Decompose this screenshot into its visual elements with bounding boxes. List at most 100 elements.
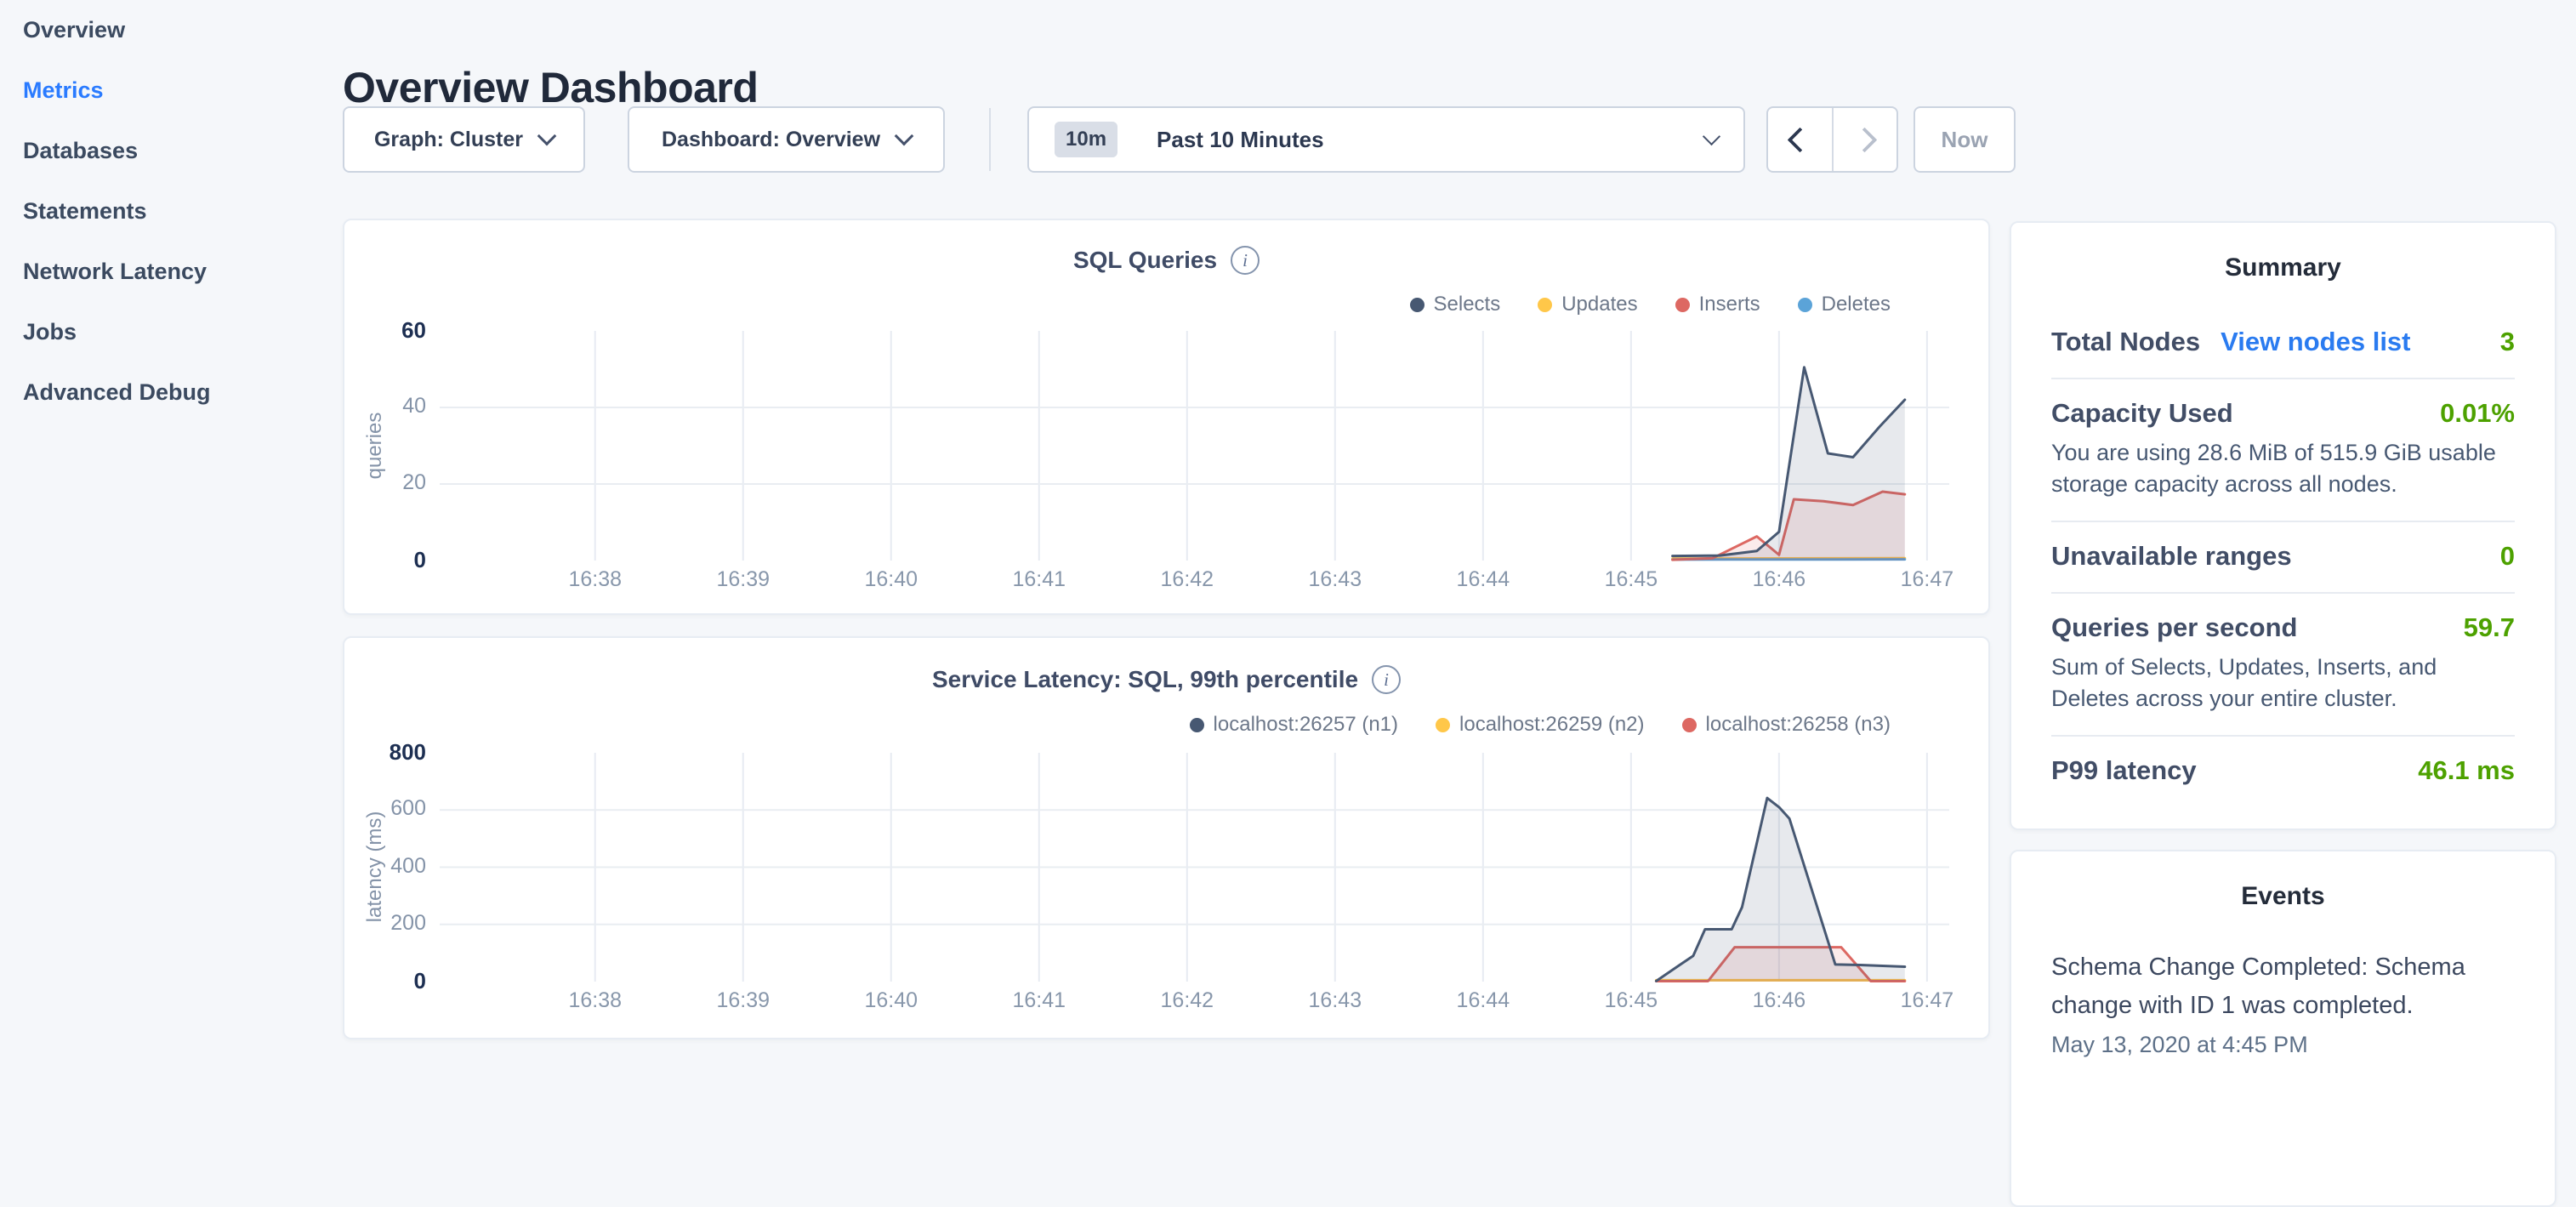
x-tick-label: 16:47 (1868, 567, 1987, 592)
legend-label: localhost:26258 (n3) (1706, 713, 1891, 737)
chevron-right-icon (1852, 127, 1878, 152)
y-tick-label: 0 (344, 547, 426, 573)
x-tick-label: 16:38 (536, 988, 655, 1013)
summary-title: Summary (2051, 253, 2515, 282)
y-tick-label: 20 (344, 470, 426, 495)
x-tick-label: 16:40 (832, 988, 951, 1013)
legend-item[interactable]: Deletes (1798, 293, 1891, 316)
summary-row-unavailable: Unavailable ranges 0 (2051, 541, 2515, 572)
now-button[interactable]: Now (1914, 106, 2016, 173)
event-timestamp: May 13, 2020 at 4:45 PM (2051, 1032, 2515, 1058)
graph-dropdown-label: Graph: Cluster (374, 128, 523, 152)
chart-plot[interactable] (440, 331, 1949, 564)
summary-row-total-nodes: Total Nodes View nodes list 3 (2051, 327, 2515, 357)
legend-dot-icon (1410, 298, 1424, 312)
sidebar-item-advanced-debug[interactable]: Advanced Debug (0, 362, 340, 423)
y-tick-label: 0 (344, 968, 426, 994)
sidebar: OverviewMetricsDatabasesStatementsNetwor… (0, 0, 340, 423)
x-tick-label: 16:46 (1720, 988, 1839, 1013)
divider (2051, 735, 2515, 737)
qps-value: 59.7 (2464, 612, 2515, 643)
divider (2051, 521, 2515, 522)
divider (2051, 592, 2515, 594)
page-title: Overview Dashboard (343, 63, 758, 112)
legend-item[interactable]: localhost:26259 (n2) (1436, 713, 1644, 737)
step-forward-button[interactable] (1834, 108, 1897, 171)
x-tick-label: 16:39 (684, 988, 803, 1013)
summary-row-capacity: Capacity Used 0.01% You are using 28.6 M… (2051, 398, 2515, 500)
legend-dot-icon (1675, 298, 1690, 312)
capacity-description: You are using 28.6 MiB of 515.9 GiB usab… (2051, 437, 2515, 500)
event-text: Schema Change Completed: Schema change w… (2051, 948, 2515, 1025)
legend-dot-icon (1436, 718, 1450, 732)
time-step-buttons (1766, 106, 1898, 173)
legend-dot-icon (1190, 718, 1204, 732)
chevron-down-icon (895, 127, 914, 146)
x-tick-label: 16:42 (1128, 988, 1247, 1013)
legend-item[interactable]: localhost:26258 (n3) (1682, 713, 1891, 737)
y-tick-label: 60 (344, 317, 426, 344)
sidebar-item-overview[interactable]: Overview (0, 0, 340, 60)
y-tick-label: 200 (344, 911, 426, 936)
unavailable-ranges-label: Unavailable ranges (2051, 541, 2292, 572)
event-list-item[interactable]: Schema Change Completed: Schema change w… (2051, 948, 2515, 1058)
p99-latency-label: P99 latency (2051, 755, 2197, 786)
time-range-badge: 10m (1055, 122, 1117, 157)
qps-label: Queries per second (2051, 612, 2297, 643)
y-tick-label: 800 (344, 739, 426, 766)
view-nodes-list-link[interactable]: View nodes list (2221, 327, 2410, 357)
chevron-left-icon (1787, 127, 1812, 152)
legend-dot-icon (1538, 298, 1552, 312)
time-range-dropdown[interactable]: 10m Past 10 Minutes (1027, 106, 1745, 173)
y-tick-label: 400 (344, 854, 426, 879)
sidebar-item-jobs[interactable]: Jobs (0, 302, 340, 362)
legend-dot-icon (1682, 718, 1697, 732)
sidebar-item-databases[interactable]: Databases (0, 121, 340, 181)
graph-dropdown[interactable]: Graph: Cluster (343, 106, 585, 173)
sidebar-item-statements[interactable]: Statements (0, 181, 340, 242)
legend-label: Updates (1561, 293, 1637, 316)
x-tick-label: 16:41 (980, 988, 1099, 1013)
x-tick-label: 16:45 (1572, 567, 1691, 592)
y-tick-label: 600 (344, 796, 426, 821)
info-icon[interactable]: i (1231, 246, 1260, 275)
y-axis-label: queries (363, 344, 389, 548)
info-icon[interactable]: i (1372, 665, 1401, 694)
total-nodes-value: 3 (2500, 327, 2515, 357)
legend-label: Deletes (1822, 293, 1891, 316)
x-tick-label: 16:47 (1868, 988, 1987, 1013)
controls-divider (989, 108, 991, 171)
x-tick-label: 16:41 (980, 567, 1099, 592)
capacity-value: 0.01% (2440, 398, 2515, 429)
chart-plot[interactable] (440, 753, 1949, 985)
step-back-button[interactable] (1768, 108, 1834, 171)
x-tick-label: 16:42 (1128, 567, 1247, 592)
x-tick-label: 16:43 (1276, 567, 1395, 592)
time-range-label: Past 10 Minutes (1157, 127, 1324, 153)
sql-queries-chart-card: SQL Queries i queries020406016:3816:3916… (343, 219, 1990, 615)
legend-label: localhost:26257 (n1) (1214, 713, 1398, 737)
divider (2051, 378, 2515, 379)
p99-latency-value: 46.1 ms (2418, 755, 2515, 786)
legend-item[interactable]: Selects (1410, 293, 1501, 316)
x-tick-label: 16:40 (832, 567, 951, 592)
unavailable-ranges-value: 0 (2500, 541, 2515, 572)
x-tick-label: 16:43 (1276, 988, 1395, 1013)
events-panel: Events Schema Change Completed: Schema c… (2010, 850, 2556, 1207)
service-latency-chart-card: Service Latency: SQL, 99th percentile i … (343, 636, 1990, 1039)
dashboard-dropdown-label: Dashboard: Overview (662, 128, 880, 152)
chevron-down-icon (537, 127, 557, 146)
sidebar-item-metrics[interactable]: Metrics (0, 60, 340, 121)
legend-item[interactable]: Inserts (1675, 293, 1760, 316)
chart-legend: Selects Updates Inserts Deletes (1410, 293, 1891, 316)
chart-legend: localhost:26257 (n1) localhost:26259 (n2)… (1190, 713, 1891, 737)
x-tick-label: 16:39 (684, 567, 803, 592)
qps-description: Sum of Selects, Updates, Inserts, and De… (2051, 652, 2515, 715)
chevron-down-icon (1703, 127, 1720, 145)
sidebar-item-network-latency[interactable]: Network Latency (0, 242, 340, 302)
summary-panel: Summary Total Nodes View nodes list 3 Ca… (2010, 221, 2556, 830)
legend-item[interactable]: Updates (1538, 293, 1637, 316)
x-tick-label: 16:45 (1572, 988, 1691, 1013)
legend-item[interactable]: localhost:26257 (n1) (1190, 713, 1398, 737)
dashboard-dropdown[interactable]: Dashboard: Overview (628, 106, 945, 173)
